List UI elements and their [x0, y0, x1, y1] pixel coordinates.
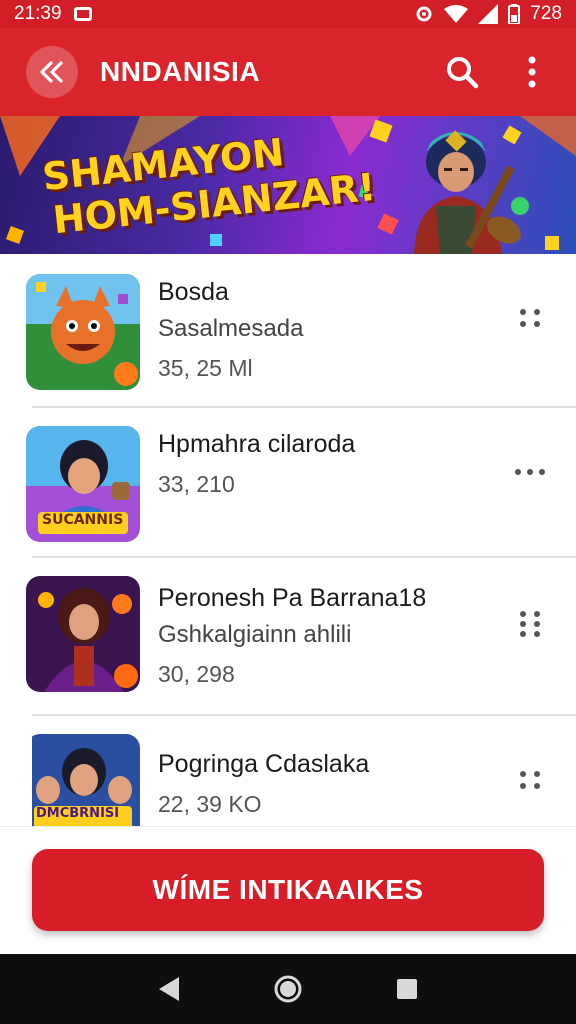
list-item[interactable]: Peronesh Pa Barrana18 Gshkalgiainn ahlil… — [26, 556, 576, 714]
page-title: NNDANISIA — [100, 56, 261, 87]
drag-handle-icon — [520, 309, 540, 327]
back-button[interactable] — [26, 46, 78, 98]
item-options-button[interactable] — [510, 760, 550, 800]
list-item[interactable]: SUCANNIS Hpmahra cilaroda 33, 210 — [26, 406, 576, 556]
system-navigation-bar — [0, 954, 576, 1024]
more-horizontal-icon — [515, 469, 545, 475]
item-options-button[interactable] — [510, 452, 550, 492]
battery-icon — [508, 4, 521, 24]
item-subtitle: Sasalmesada — [158, 315, 304, 342]
promo-banner[interactable]: SHAMAYON HOM-SIANZAR! — [0, 116, 576, 254]
nav-recents-icon — [396, 979, 417, 999]
item-title: Peronesh Pa Barrana18 — [158, 584, 427, 612]
item-count: 22, 39 KO — [158, 791, 262, 817]
search-icon — [447, 57, 479, 89]
bottom-action-area: WÍME INTIKAAIKES — [0, 826, 576, 954]
status-time: 21:39 — [14, 3, 62, 24]
game-thumbnail — [26, 576, 140, 692]
nav-back-button[interactable] — [149, 969, 189, 1009]
nav-home-icon — [274, 975, 302, 1003]
wifi-icon — [444, 4, 469, 24]
drag-handle-icon — [520, 771, 540, 789]
list-item[interactable]: Bosda Sasalmesada 35, 25 Ml — [0, 256, 576, 406]
hero-character-image — [414, 130, 521, 254]
item-subtitle: Gshkalgiainn ahlili — [158, 621, 352, 648]
thumbnail-label: DMCBRNISI — [36, 806, 120, 821]
game-thumbnail: DMCBRNISI — [32, 734, 140, 826]
nav-recents-button[interactable] — [387, 969, 427, 1009]
thumbnail-label: SUCANNIS — [42, 512, 124, 528]
item-count: 30, 298 — [158, 661, 235, 687]
overflow-menu-icon — [528, 56, 536, 88]
overflow-menu-button[interactable] — [510, 50, 554, 94]
list-item[interactable]: DMCBRNISI Pogringa Cdaslaka 22, 39 KO — [32, 714, 576, 826]
item-options-button[interactable] — [510, 298, 550, 338]
item-title: Bosda — [158, 278, 229, 306]
game-list: Bosda Sasalmesada 35, 25 Ml SUCANNIS Hpm… — [0, 256, 576, 826]
back-arrow-icon — [40, 61, 63, 83]
item-count: 35, 25 Ml — [158, 355, 253, 381]
app-bar: NNDANISIA — [0, 28, 576, 116]
status-bar: 21:39 728 — [0, 0, 576, 28]
settings-status-icon — [414, 4, 434, 24]
primary-action-button[interactable]: WÍME INTIKAAIKES — [32, 849, 544, 931]
item-title: Hpmahra cilaroda — [158, 430, 356, 458]
nav-back-icon — [159, 977, 180, 1001]
game-thumbnail — [26, 274, 140, 390]
search-button[interactable] — [440, 50, 484, 94]
game-thumbnail: SUCANNIS — [26, 426, 140, 542]
notification-icon — [73, 7, 92, 21]
item-count: 33, 210 — [158, 471, 235, 497]
item-options-button[interactable] — [510, 604, 550, 644]
nav-home-button[interactable] — [268, 969, 308, 1009]
status-right-time: 728 — [530, 3, 562, 24]
drag-handle-icon — [520, 611, 540, 637]
signal-icon — [478, 4, 499, 24]
item-title: Pogringa Cdaslaka — [158, 750, 370, 778]
